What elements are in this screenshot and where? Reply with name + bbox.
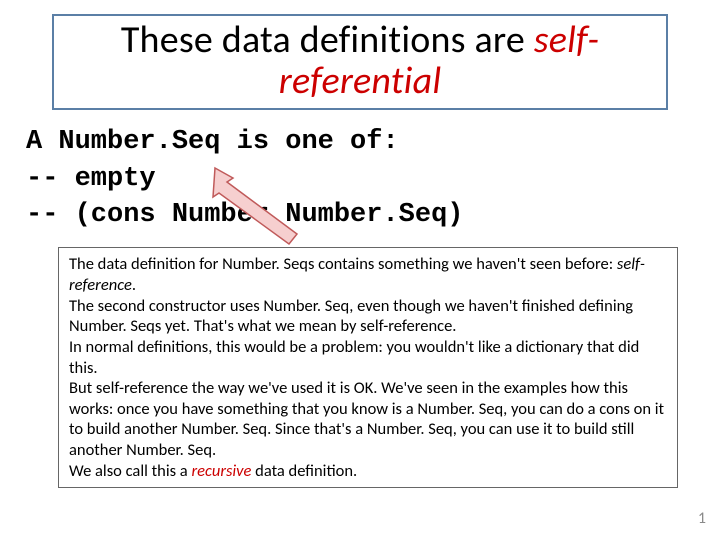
page-number: 1 (698, 509, 706, 528)
explain-p1: The data definition for Number. Seqs con… (69, 254, 667, 295)
slide: These data definitions are self- referen… (0, 0, 720, 540)
code-definition: A Number.Seq is one of: -- empty -- (con… (26, 124, 698, 233)
title-line-2: referential (62, 61, 658, 102)
title-part-1: These data definitions are (121, 17, 534, 63)
explain-p1c: . (132, 275, 136, 295)
title-line-1: These data definitions are self- (62, 20, 658, 61)
explanation-box: The data definition for Number. Seqs con… (58, 247, 678, 488)
title-part-2: self- (534, 17, 599, 63)
explain-p2: The second constructor uses Number. Seq,… (69, 296, 667, 337)
title-part-3: referential (279, 58, 442, 104)
explain-p3: In normal definitions, this would be a p… (69, 337, 667, 378)
explain-p5b: recursive (191, 461, 251, 481)
title-box: These data definitions are self- referen… (52, 14, 668, 110)
explain-p5: We also call this a recursive data defin… (69, 461, 667, 482)
explain-p5a: We also call this a (69, 461, 191, 481)
explain-p4: But self-reference the way we've used it… (69, 378, 667, 461)
explain-p5c: data definition. (251, 461, 357, 481)
explain-p1a: The data definition for Number. Seqs con… (69, 254, 617, 274)
